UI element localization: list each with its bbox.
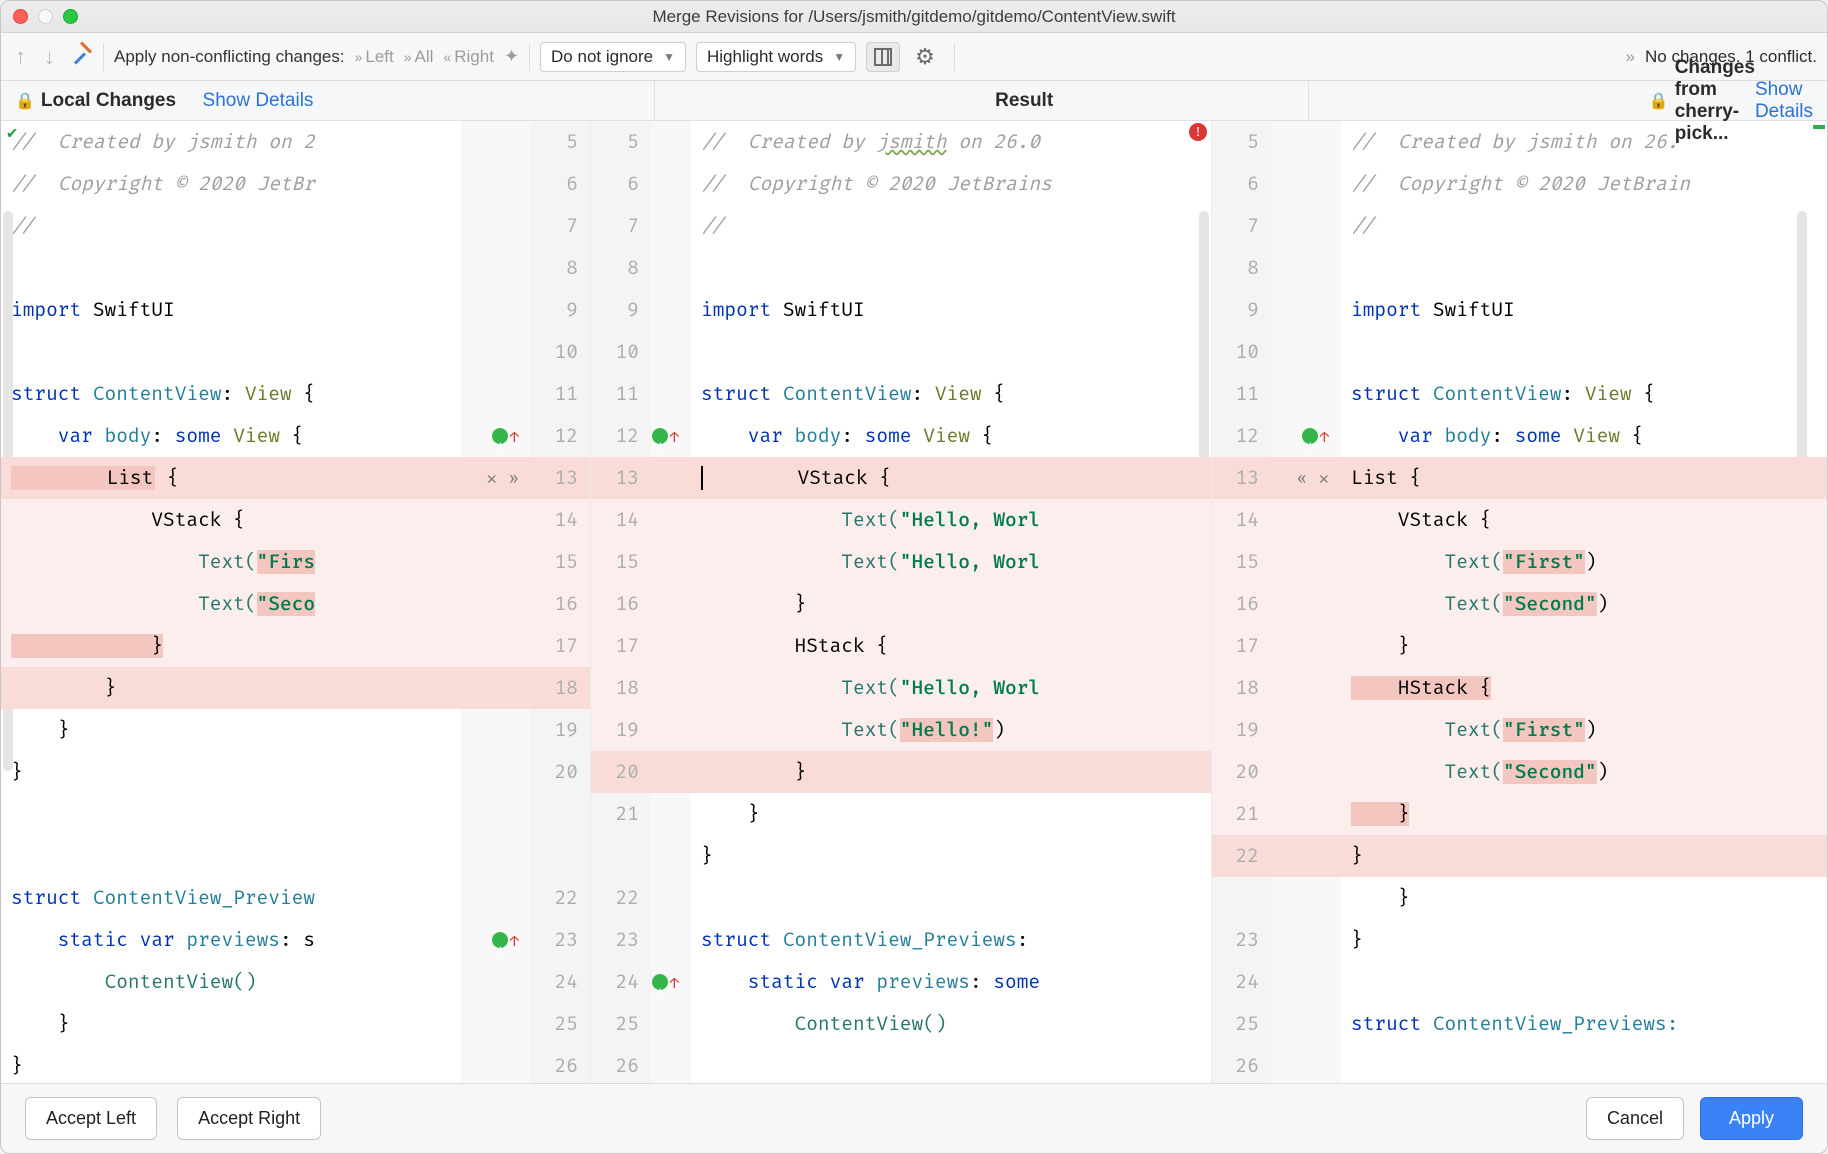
ignore-icon[interactable]: ✕ xyxy=(1319,469,1329,490)
toolbar: ↑ ↓ Apply non-conflicting changes: »Left… xyxy=(1,33,1827,81)
left-gutter-controls: ↑ ✕ » ↑ xyxy=(461,121,531,1083)
window-title: Merge Revisions for /Users/jsmith/gitdem… xyxy=(1,7,1827,27)
marker-icon[interactable] xyxy=(652,428,668,444)
expand-icon[interactable]: » xyxy=(1626,47,1635,67)
apply-left-button[interactable]: »Left xyxy=(355,47,394,67)
next-change-icon[interactable]: ↓ xyxy=(40,44,59,70)
settings-icon[interactable] xyxy=(910,42,944,72)
cancel-button[interactable]: Cancel xyxy=(1586,1097,1684,1140)
show-details-right-link[interactable]: Show Details xyxy=(1755,79,1813,123)
show-details-left-link[interactable]: Show Details xyxy=(203,90,314,112)
wand-icon[interactable]: ✦ xyxy=(504,46,519,67)
ignore-whitespace-dropdown[interactable]: Do not ignore▼ xyxy=(540,42,686,72)
apply-icon[interactable]: « xyxy=(1297,469,1307,490)
merge-dialog-window: Merge Revisions for /Users/jsmith/gitdem… xyxy=(0,0,1828,1154)
apply-nonconflicting-label: Apply non-conflicting changes: xyxy=(114,47,345,67)
editor-area: ✔ // Created by jsmith on 2 // Copyright… xyxy=(1,121,1827,1083)
result-header: Result xyxy=(995,90,1053,112)
sync-scroll-icon[interactable] xyxy=(866,42,900,72)
right-editor[interactable]: // Created by jsmith on 26. // Copyright… xyxy=(1341,121,1827,1083)
center-line-numbers: 5 6 7 8 9 10 11 12 13 14 15 16 17 18 19 … xyxy=(591,121,651,1083)
bottom-bar: Accept Left Accept Right Cancel Apply xyxy=(1,1083,1827,1153)
center-gutter-left: ↑ ↑ xyxy=(651,121,691,1083)
apply-button[interactable]: Apply xyxy=(1700,1097,1803,1140)
apply-all-button[interactable]: »All xyxy=(404,47,434,67)
titlebar: Merge Revisions for /Users/jsmith/gitdem… xyxy=(1,1,1827,33)
magic-resolve-icon[interactable] xyxy=(69,45,93,69)
left-editor[interactable]: ✔ // Created by jsmith on 2 // Copyright… xyxy=(1,121,461,1083)
marker-icon[interactable] xyxy=(652,974,668,990)
right-center-line-numbers: 5 6 7 8 9 10 11 12 13 14 15 16 17 18 19 … xyxy=(1211,121,1271,1083)
local-changes-header: Local Changes xyxy=(41,90,176,112)
lock-icon: 🔒 xyxy=(1649,91,1669,111)
accept-left-button[interactable]: Accept Left xyxy=(25,1097,157,1140)
marker-icon[interactable] xyxy=(492,932,508,948)
ignore-icon[interactable]: ✕ xyxy=(487,469,497,490)
left-line-numbers: 5 6 7 8 9 10 11 12 13 14 15 16 17 18 19 … xyxy=(531,121,591,1083)
result-editor[interactable]: ! // Created by jsmith on 26.0 // Copyri… xyxy=(691,121,1211,1083)
prev-change-icon[interactable]: ↑ xyxy=(11,44,30,70)
right-gutter-controls: ↑ « ✕ xyxy=(1271,121,1341,1083)
accept-right-button[interactable]: Accept Right xyxy=(177,1097,321,1140)
apply-right-button[interactable]: «Right xyxy=(443,47,493,67)
highlight-mode-dropdown[interactable]: Highlight words▼ xyxy=(696,42,856,72)
marker-icon[interactable] xyxy=(492,428,508,444)
apply-icon[interactable]: » xyxy=(509,469,519,490)
marker-icon[interactable] xyxy=(1302,428,1318,444)
lock-icon: 🔒 xyxy=(15,91,35,111)
column-headers: 🔒 Local Changes Show Details Result 🔒 Ch… xyxy=(1,81,1827,121)
